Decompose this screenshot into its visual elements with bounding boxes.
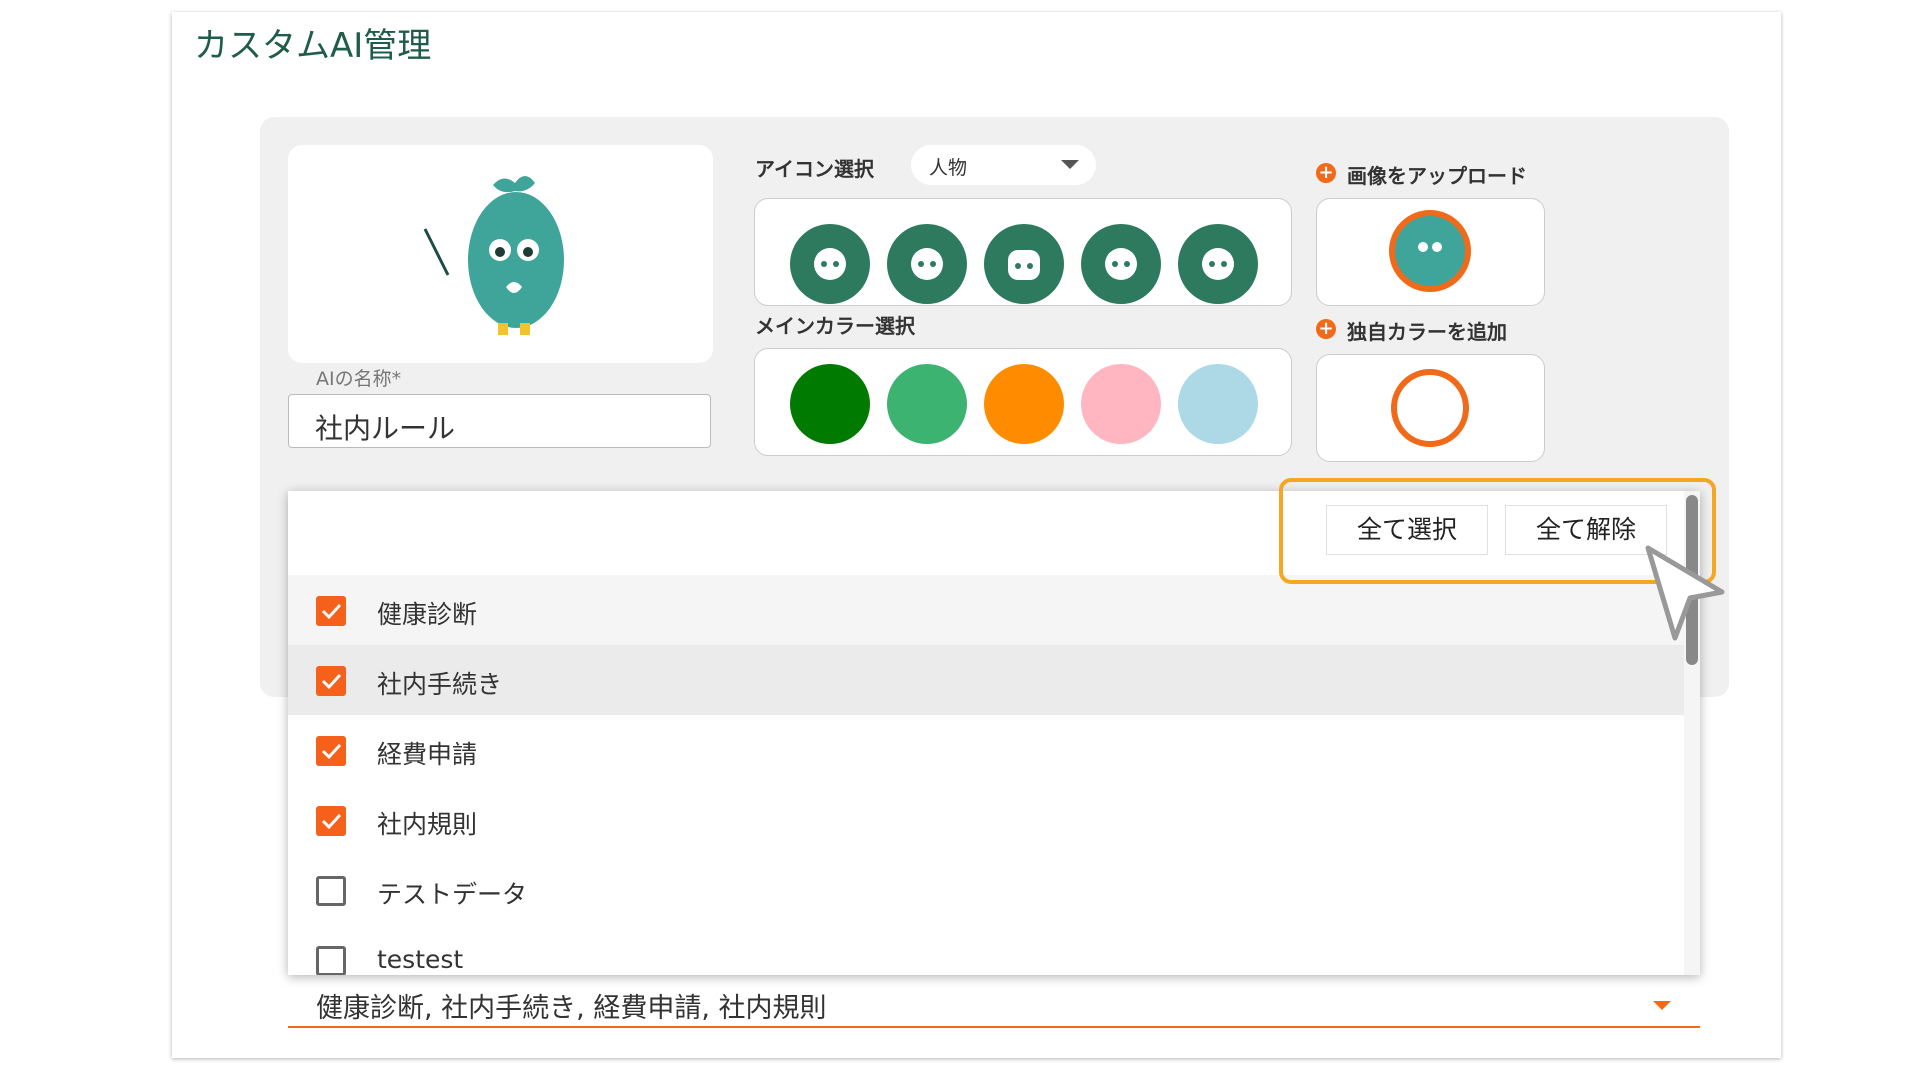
icon-category-value: 人物 — [929, 157, 968, 179]
ai-name-input[interactable]: 社内ルール — [288, 394, 711, 448]
chevron-down-icon — [1061, 160, 1079, 169]
checkbox-checked[interactable] — [316, 596, 346, 626]
person-icon-4[interactable] — [1081, 224, 1161, 304]
checkbox-checked[interactable] — [316, 806, 346, 836]
person-icon-1[interactable] — [790, 224, 870, 304]
ring-icon — [1391, 369, 1469, 447]
color-swatch-orange[interactable] — [984, 364, 1064, 444]
list-item[interactable]: 健康診断 — [288, 575, 1684, 645]
list-item[interactable]: 経費申請 — [288, 715, 1684, 785]
uploaded-image-box[interactable] — [1316, 198, 1545, 306]
color-swatch-green[interactable] — [790, 364, 870, 444]
person-icon-5[interactable] — [1178, 224, 1258, 304]
list-item-label: 社内規則 — [377, 810, 478, 839]
mascot-preview — [288, 145, 713, 363]
color-swatch-lightblue[interactable] — [1178, 364, 1258, 444]
selected-categories-value[interactable]: 健康診断, 社内手続き, 経費申請, 社内規則 — [316, 986, 827, 1025]
checkbox-unchecked[interactable] — [316, 876, 346, 906]
list-item-label: 社内手続き — [377, 670, 503, 699]
list-item[interactable]: testest — [288, 925, 1684, 975]
list-item-label: テストデータ — [377, 880, 528, 909]
icon-category-select[interactable]: 人物 — [911, 145, 1096, 185]
uploaded-mascot-icon — [1389, 210, 1471, 292]
color-swatch-mediumseagreen[interactable] — [887, 364, 967, 444]
chevron-down-icon[interactable] — [1653, 1001, 1671, 1010]
cursor-arrow-icon — [1645, 545, 1725, 641]
list-item-label: 健康診断 — [377, 600, 478, 629]
mascot-icon — [423, 176, 564, 335]
plus-icon[interactable]: + — [1316, 163, 1336, 183]
add-custom-color-label[interactable]: 独自カラーを追加 — [1347, 316, 1507, 345]
list-item-label: 経費申請 — [377, 740, 478, 769]
page-title: カスタムAI管理 — [194, 26, 432, 66]
icon-options-box — [754, 198, 1292, 306]
list-item[interactable]: テストデータ — [288, 855, 1684, 925]
custom-color-box[interactable] — [1316, 354, 1545, 462]
main-color-label: メインカラー選択 — [755, 314, 915, 338]
checkbox-unchecked[interactable] — [316, 946, 346, 975]
checkbox-checked[interactable] — [316, 666, 346, 696]
name-field-label: AIの名称* — [310, 364, 408, 391]
upload-image-label[interactable]: 画像をアップロード — [1347, 160, 1527, 189]
icon-select-label: アイコン選択 — [755, 157, 874, 181]
list-item[interactable]: 社内手続き — [288, 645, 1684, 715]
plus-icon[interactable]: + — [1316, 319, 1336, 339]
list-item[interactable]: 社内規則 — [288, 785, 1684, 855]
person-icon-3[interactable] — [984, 224, 1064, 304]
select-underline — [288, 1026, 1700, 1028]
person-icon-2[interactable] — [887, 224, 967, 304]
color-swatch-pink[interactable] — [1081, 364, 1161, 444]
color-options-box — [754, 348, 1292, 456]
checkbox-checked[interactable] — [316, 736, 346, 766]
list-item-label: testest — [377, 945, 464, 974]
